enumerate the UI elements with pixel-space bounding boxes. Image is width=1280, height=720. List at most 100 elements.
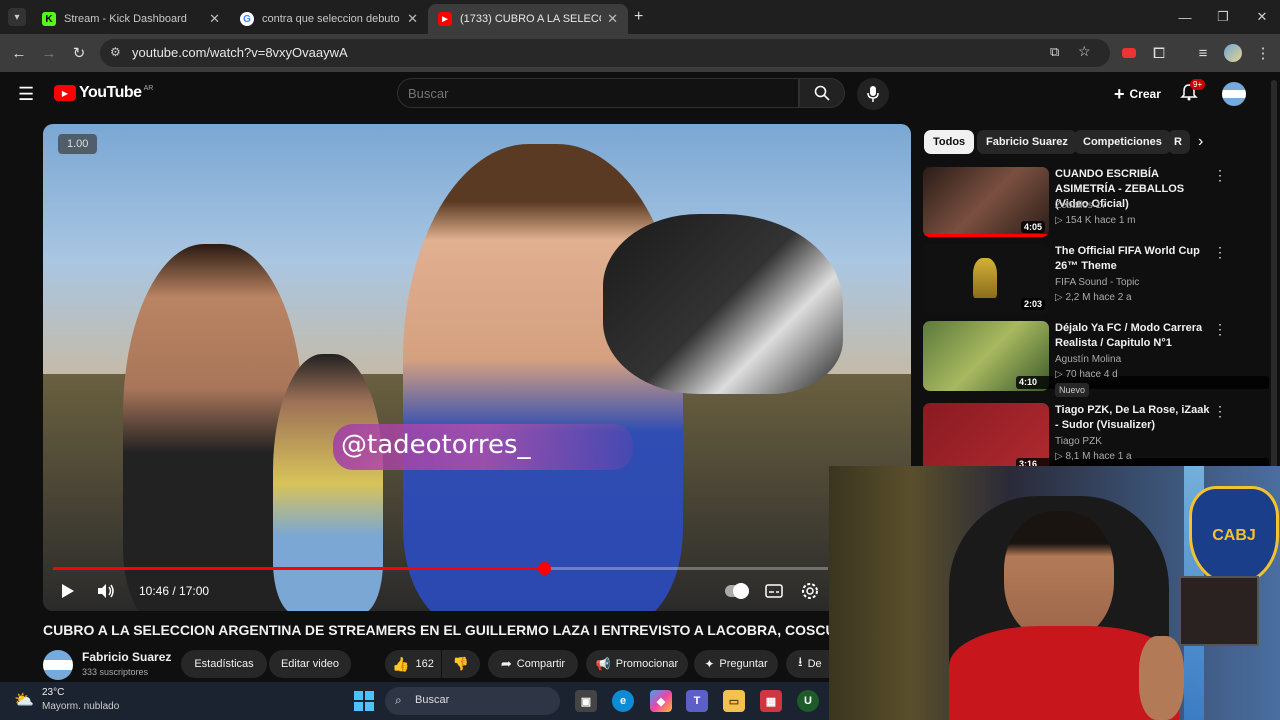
- video-player[interactable]: @tadeotorres_ 1.00 10:46 / 17:00: [43, 124, 911, 611]
- tab-search-dropdown[interactable]: ▾: [8, 8, 26, 26]
- maximize-icon[interactable]: ❐: [1203, 0, 1243, 34]
- red-app-icon[interactable]: ▦: [760, 690, 782, 712]
- recommendation-channel[interactable]: Agustín Molina: [1055, 354, 1121, 365]
- address-bar[interactable]: ⚙ youtube.com/watch?v=8vxyOvaaywA ⧉ ☆: [100, 39, 1110, 67]
- more-options-icon[interactable]: ⋮: [1213, 167, 1227, 184]
- chip-fabricio-suarez[interactable]: Fabricio Suarez: [977, 130, 1077, 154]
- tab-title: contra que seleccion debuto m: [262, 13, 402, 25]
- video-thumbnail[interactable]: 2:03: [923, 244, 1049, 314]
- search-button[interactable]: [799, 78, 845, 108]
- new-badge: Nuevo: [1055, 383, 1090, 397]
- progress-bar[interactable]: [53, 562, 828, 575]
- weather-icon[interactable]: ⛅: [14, 690, 34, 710]
- reload-icon[interactable]: ↻: [68, 42, 90, 64]
- profile-avatar[interactable]: [1222, 42, 1244, 64]
- youtube-icon: ▶: [438, 12, 452, 26]
- promote-button[interactable]: 📢 Promocionar: [586, 650, 688, 678]
- chip-todos[interactable]: Todos: [924, 130, 975, 154]
- volume-button[interactable]: [95, 580, 117, 602]
- search-icon: ⌕: [395, 693, 402, 707]
- media-control-icon[interactable]: ≡: [1192, 42, 1214, 64]
- page-scrollbar[interactable]: [1271, 80, 1277, 500]
- new-tab-icon[interactable]: +: [634, 8, 643, 26]
- tab-close-icon[interactable]: ✕: [209, 11, 220, 27]
- taskbar-search-label: Buscar: [415, 694, 450, 706]
- autoplay-toggle[interactable]: [725, 580, 749, 602]
- thumbs-down-icon: 👎: [452, 656, 470, 671]
- tab-close-icon[interactable]: ✕: [607, 11, 618, 27]
- recommendation-item[interactable]: 3:16 Tiago PZK, De La Rose, iZaak - Sudo…: [923, 403, 1273, 475]
- ask-button[interactable]: ✦ Preguntar: [694, 650, 778, 678]
- back-icon[interactable]: ←: [8, 42, 30, 64]
- recommendation-item[interactable]: 4:10 Déjalo Ya FC / Modo Carrera Realist…: [923, 321, 1273, 397]
- notifications-button[interactable]: 9+: [1180, 79, 1206, 105]
- forward-icon[interactable]: →: [38, 42, 60, 64]
- recommendation-title[interactable]: The Official FIFA World Cup 26™ Theme: [1055, 244, 1215, 274]
- search-icon: [814, 85, 830, 101]
- subtitles-button[interactable]: [763, 580, 785, 602]
- recommendation-item[interactable]: 2:03 The Official FIFA World Cup 26™ The…: [923, 244, 1273, 316]
- channel-avatar[interactable]: [43, 650, 73, 680]
- recommendation-title[interactable]: Déjalo Ya FC / Modo Carrera Realista / C…: [1055, 321, 1215, 351]
- streamer-hand: [1139, 636, 1184, 720]
- task-view-icon[interactable]: ▣: [575, 690, 597, 712]
- more-options-icon[interactable]: ⋮: [1213, 321, 1227, 338]
- taskbar-search[interactable]: ⌕ Buscar: [385, 687, 560, 715]
- settings-button[interactable]: [799, 580, 821, 602]
- file-explorer-icon[interactable]: ▭: [723, 690, 745, 712]
- teams-icon[interactable]: T: [686, 690, 708, 712]
- recommendation-title[interactable]: Tiago PZK, De La Rose, iZaak - Sudor (Vi…: [1055, 403, 1215, 433]
- create-button[interactable]: + Crear: [1106, 80, 1169, 108]
- fifa-trophy-icon: [973, 258, 997, 298]
- close-window-icon[interactable]: ✕: [1242, 0, 1280, 34]
- more-options-icon[interactable]: ⋮: [1213, 244, 1227, 261]
- video-thumbnail[interactable]: 4:05: [923, 167, 1049, 237]
- views-play-icon: ▷: [1055, 215, 1066, 226]
- chip-truncated[interactable]: R: [1168, 130, 1190, 154]
- windows-start-icon[interactable]: [354, 691, 374, 711]
- minimize-icon[interactable]: —: [1165, 0, 1205, 34]
- shelf-frame: [1179, 576, 1259, 646]
- green-app-icon[interactable]: U: [797, 690, 819, 712]
- recommendation-channel[interactable]: Tiago PZK: [1055, 436, 1102, 447]
- stats-button[interactable]: Estadísticas: [181, 650, 267, 678]
- youtube-logo[interactable]: ▶ YouTube AR: [54, 84, 153, 102]
- ask-label: Preguntar: [719, 658, 768, 670]
- extensions-puzzle-icon[interactable]: ⧠: [1148, 42, 1170, 64]
- search-box[interactable]: [397, 78, 799, 108]
- video-duration: 2:03: [1020, 298, 1045, 310]
- more-options-icon[interactable]: ⋮: [1213, 403, 1227, 420]
- bookmark-star-icon[interactable]: ☆: [1078, 43, 1091, 60]
- account-avatar[interactable]: [1222, 82, 1246, 106]
- browser-menu-icon[interactable]: ⋮: [1252, 42, 1274, 64]
- recommendation-channel[interactable]: FIFA Sound - Topic: [1055, 277, 1139, 288]
- edit-video-button[interactable]: Editar video: [269, 650, 351, 678]
- dislike-button[interactable]: 👎: [442, 650, 480, 678]
- tab-youtube-video[interactable]: ▶ (1733) CUBRO A LA SELECCION ✕: [428, 4, 628, 34]
- tab-title: (1733) CUBRO A LA SELECCION: [460, 13, 601, 25]
- like-button[interactable]: 👍 162: [385, 650, 441, 678]
- edge-browser-icon[interactable]: e: [612, 690, 634, 712]
- chips-next-arrow-icon[interactable]: ›: [1198, 133, 1203, 151]
- like-count: 162: [415, 658, 434, 670]
- channel-name[interactable]: Fabricio Suarez: [82, 650, 171, 664]
- hamburger-menu-icon[interactable]: ☰: [18, 84, 34, 105]
- tab-google-search[interactable]: G contra que seleccion debuto m ✕: [230, 4, 428, 34]
- recommendation-meta: ▷ 70 hace 4 d: [1055, 369, 1118, 380]
- voice-search-button[interactable]: [857, 78, 889, 110]
- site-info-icon[interactable]: ⚙: [110, 45, 121, 59]
- tab-close-icon[interactable]: ✕: [407, 11, 418, 27]
- extension-red-icon[interactable]: [1118, 42, 1140, 64]
- tab-kick-dashboard[interactable]: K Stream - Kick Dashboard ✕: [32, 4, 230, 34]
- kick-icon: K: [42, 12, 56, 26]
- recommendation-item[interactable]: 4:05 CUANDO ESCRIBÍA ASIMETRÍA - ZEBALLO…: [923, 167, 1273, 239]
- copilot-icon[interactable]: ◆: [650, 690, 672, 712]
- thumbs-up-icon: 👍: [392, 655, 410, 672]
- install-app-icon[interactable]: ⧉: [1050, 44, 1059, 60]
- recommendation-channel[interactable]: Zeballos 17: [1055, 200, 1107, 211]
- share-button[interactable]: ➦ Compartir: [488, 650, 578, 678]
- play-button[interactable]: [57, 580, 79, 602]
- gear-icon: [802, 583, 818, 599]
- search-input[interactable]: [408, 86, 778, 101]
- chip-competiciones[interactable]: Competiciones: [1074, 130, 1171, 154]
